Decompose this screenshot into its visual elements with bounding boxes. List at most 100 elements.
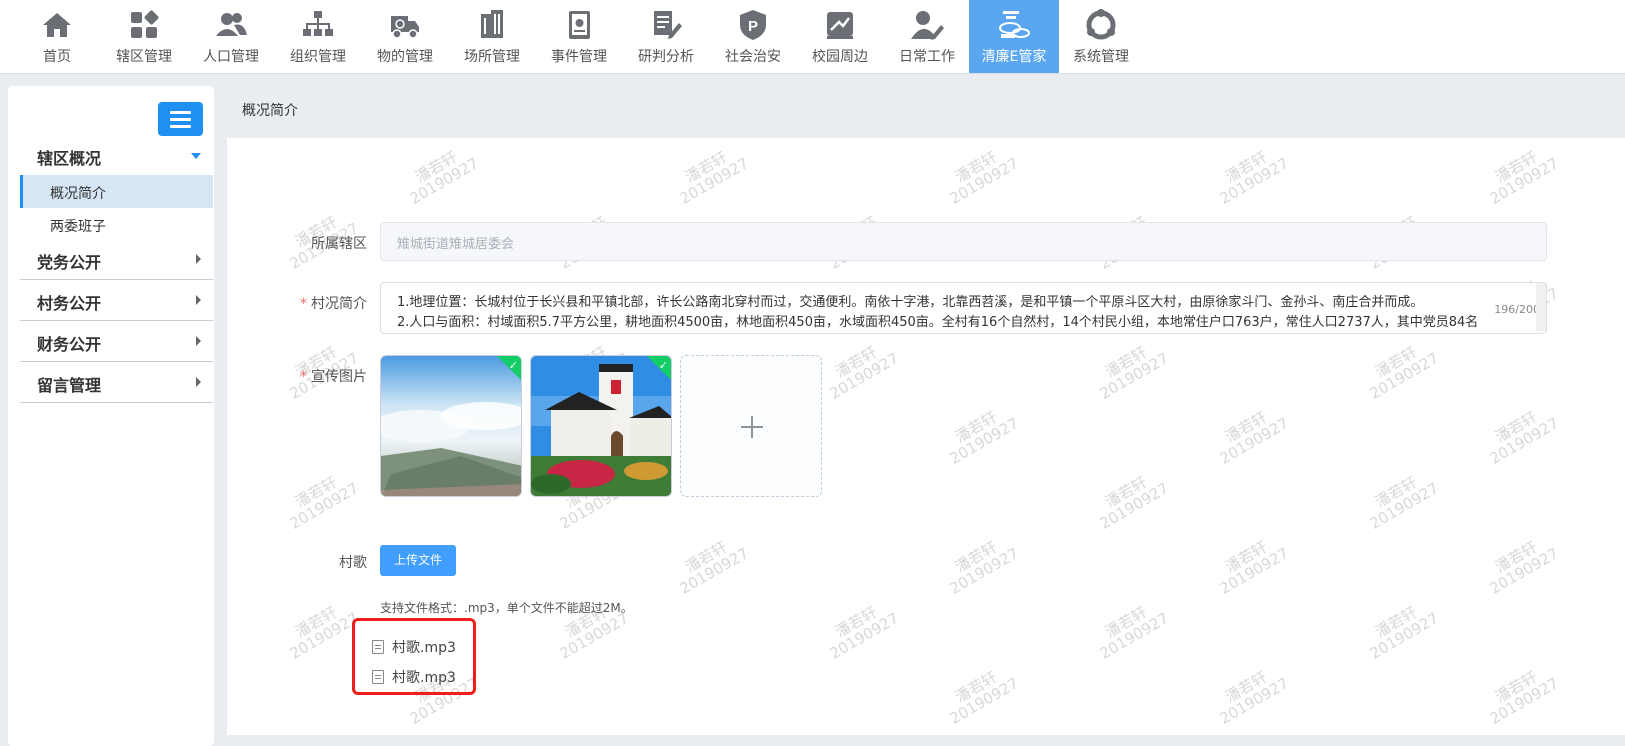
sidebar-item-label: 两委班子	[50, 219, 106, 235]
nav-item-analysis[interactable]: 研判分析	[621, 0, 711, 73]
textarea-scrollbar[interactable]	[1536, 283, 1546, 331]
intro-line: 2.人口与面积：村域面积5.7平方公里，耕地面积4500亩，林地面积450亩，水…	[397, 315, 1479, 330]
nav-label: 辖区管理	[116, 49, 172, 65]
nav-item-security[interactable]: P 社会治安	[708, 0, 798, 73]
chevron-right-icon	[196, 254, 201, 264]
watermark: 潘若轩20190927	[946, 538, 1022, 598]
user-edit-icon	[911, 11, 944, 40]
nav-item-system[interactable]: 系统管理	[1056, 0, 1146, 73]
sidebar-group-label: 辖区概况	[37, 149, 102, 168]
report-icon	[654, 11, 682, 39]
nav-label: 物的管理	[377, 49, 433, 65]
add-image-button[interactable]	[680, 355, 822, 497]
sidebar-group-label: 村务公开	[37, 294, 102, 313]
document-icon	[372, 640, 384, 654]
watermark: 潘若轩20190927	[1216, 148, 1292, 208]
watermark: 潘若轩20190927	[1096, 343, 1172, 403]
menu-toggle-button[interactable]	[158, 102, 203, 136]
watermark: 潘若轩20190927	[946, 408, 1022, 468]
page-title: 概况简介	[242, 103, 298, 119]
watermark: 潘若轩20190927	[406, 148, 482, 208]
chevron-down-icon	[191, 153, 201, 159]
nav-label: 日常工作	[899, 49, 955, 65]
watermark: 潘若轩20190927	[286, 473, 362, 533]
watermark: 潘若轩20190927	[286, 603, 362, 663]
intro-textarea[interactable]: 1.地理位置：长城村位于长兴县和平镇北部，许长公路南北穿村而过，交通便利。南依十…	[380, 282, 1547, 334]
sidebar-group-label: 留言管理	[37, 376, 102, 395]
top-navigation: 首页 辖区管理 人口管理 组织管理 物的管理 场所管理 事件管理 研判分析 P …	[0, 0, 1625, 74]
hamburger-icon	[170, 111, 191, 114]
district-field: 雉城街道雉城居委会	[380, 222, 1547, 261]
district-label: 所属辖区	[311, 236, 367, 252]
watermark: 潘若轩20190927	[1096, 473, 1172, 533]
promo-image-2[interactable]: ✓	[530, 355, 672, 497]
watermark: 潘若轩20190927	[1216, 668, 1292, 728]
sidebar-group-district-overview[interactable]: 辖区概况	[20, 135, 213, 175]
sidebar: 辖区概况 概况简介 两委班子 党务公开 村务公开 财务公开 留言管理	[8, 86, 214, 746]
check-icon: ✓	[658, 359, 668, 372]
watermark: 潘若轩20190927	[1366, 603, 1442, 663]
sidebar-group-messages[interactable]: 留言管理	[20, 362, 213, 403]
org-chart-icon	[303, 11, 333, 36]
required-mark: *	[300, 369, 307, 385]
file-name: 村歌.mp3	[392, 640, 456, 656]
intro-label: * 村况简介	[300, 296, 367, 312]
nav-item-organization[interactable]: 组织管理	[273, 0, 363, 73]
nav-item-home[interactable]: 首页	[12, 0, 102, 73]
watermark: 潘若轩20190927	[826, 343, 902, 403]
upload-hint: 支持文件格式：.mp3，单个文件不能超过2M。	[380, 601, 633, 615]
sidebar-item-committees[interactable]: 两委班子	[20, 208, 213, 241]
chevron-right-icon	[196, 295, 201, 305]
nav-label: 社会治安	[725, 49, 781, 65]
check-icon: ✓	[508, 359, 518, 372]
sidebar-group-label: 党务公开	[37, 253, 102, 272]
map-icon	[827, 12, 853, 39]
watermark: 潘若轩20190927	[1486, 668, 1562, 728]
sidebar-item-label: 概况简介	[50, 186, 106, 202]
sidebar-group-finance[interactable]: 财务公开	[20, 321, 213, 362]
sidebar-group-label: 财务公开	[37, 335, 102, 354]
song-label: 村歌	[339, 555, 367, 571]
svg-text:P: P	[748, 18, 758, 35]
watermark: 潘若轩20190927	[1216, 538, 1292, 598]
file-item[interactable]: 村歌.mp3	[372, 665, 472, 691]
intro-line: 1.地理位置：长城村位于长兴县和平镇北部，许长公路南北穿村而过，交通便利。南依十…	[397, 295, 1424, 310]
nav-label: 事件管理	[551, 49, 607, 65]
home-icon	[43, 13, 71, 37]
watermark: 潘若轩20190927	[676, 538, 752, 598]
watermark: 潘若轩20190927	[676, 148, 752, 208]
watermark: 潘若轩20190927	[946, 668, 1022, 728]
file-item[interactable]: 村歌.mp3	[372, 635, 472, 661]
nav-label: 校园周边	[812, 49, 868, 65]
truck-icon	[391, 16, 419, 39]
upload-file-button[interactable]: 上传文件	[380, 545, 456, 576]
nav-label: 组织管理	[290, 49, 346, 65]
nav-item-campus[interactable]: 校园周边	[795, 0, 885, 73]
watermark: 潘若轩20190927	[1216, 408, 1292, 468]
nav-label: 场所管理	[464, 49, 520, 65]
police-badge-icon: P	[740, 10, 766, 40]
watermark: 潘若轩20190927	[946, 148, 1022, 208]
sidebar-group-village-affairs[interactable]: 村务公开	[20, 280, 213, 321]
nav-item-things[interactable]: 物的管理	[360, 0, 450, 73]
grid-icon	[131, 10, 159, 38]
watermark: 潘若轩20190927	[1486, 148, 1562, 208]
promo-image-1[interactable]: ✓	[380, 355, 522, 497]
nav-label: 首页	[43, 49, 71, 65]
page-header: 概况简介	[227, 86, 1625, 138]
watermark: 潘若轩20190927	[1486, 538, 1562, 598]
sidebar-item-overview-intro[interactable]: 概况简介	[20, 175, 213, 208]
nav-item-district[interactable]: 辖区管理	[99, 0, 189, 73]
nav-label: 人口管理	[203, 49, 259, 65]
nav-item-events[interactable]: 事件管理	[534, 0, 624, 73]
book-icon	[569, 11, 590, 39]
nav-item-population[interactable]: 人口管理	[186, 0, 276, 73]
sidebar-group-party-affairs[interactable]: 党务公开	[20, 239, 213, 280]
nav-item-daily-work[interactable]: 日常工作	[882, 0, 972, 73]
nav-item-integrity[interactable]: 清廉E管家	[969, 0, 1059, 73]
required-mark: *	[300, 296, 307, 312]
document-icon	[372, 670, 384, 684]
nav-label: 研判分析	[638, 49, 694, 65]
people-icon	[216, 13, 247, 36]
nav-item-places[interactable]: 场所管理	[447, 0, 537, 73]
